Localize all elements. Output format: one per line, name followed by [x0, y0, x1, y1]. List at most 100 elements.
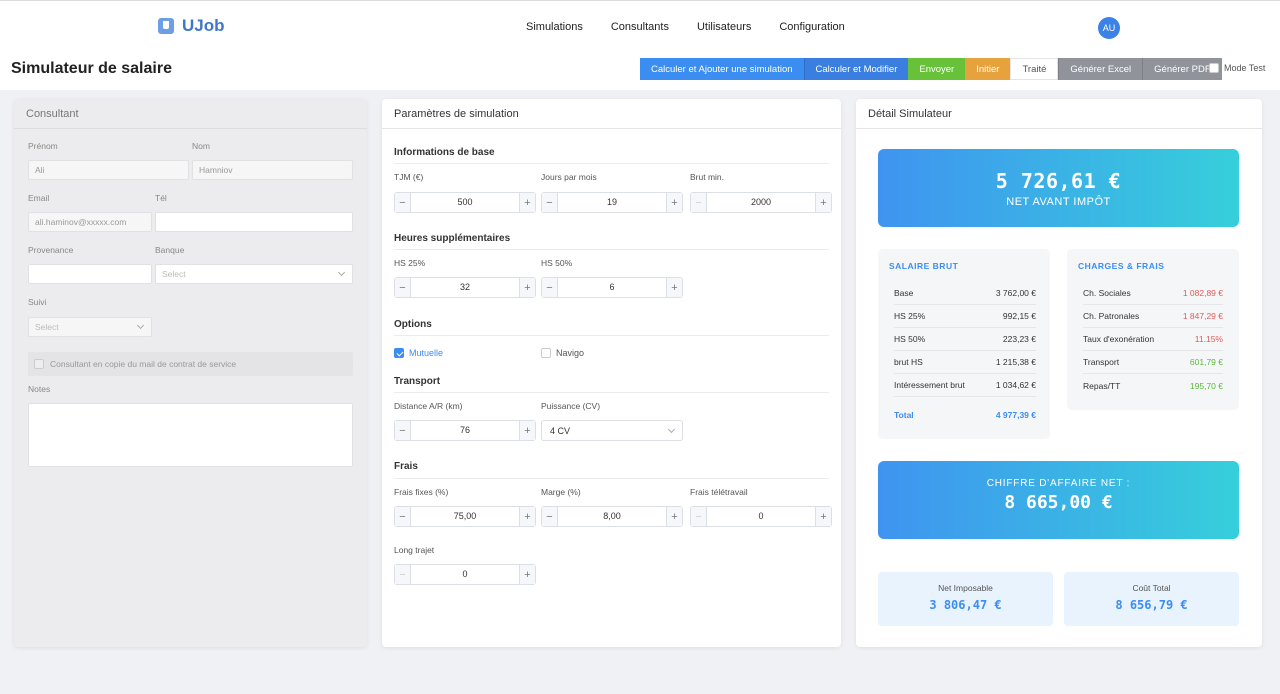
minus-icon[interactable]: −	[395, 421, 411, 440]
init-button[interactable]: Initier	[965, 58, 1011, 80]
notes-textarea[interactable]	[28, 403, 353, 467]
hs25-stepper[interactable]: −32 +	[394, 277, 536, 298]
copy-mail-checkbox[interactable]	[34, 359, 44, 369]
frais-fixes-stepper[interactable]: −75,00 +	[394, 506, 536, 527]
nav-simulations[interactable]: Simulations	[512, 21, 597, 33]
prenom-field[interactable]: Ali	[28, 160, 189, 180]
plus-icon[interactable]: +	[519, 421, 535, 440]
mutuelle-option[interactable]: Mutuelle	[394, 348, 443, 358]
main-nav: Simulations Consultants Utilisateurs Con…	[512, 1, 859, 53]
detail-panel-title: Détail Simulateur	[856, 99, 1262, 129]
long-trajet-stepper[interactable]: −0 +	[394, 564, 536, 585]
minus-icon[interactable]: −	[395, 565, 411, 584]
tjm-stepper[interactable]: −500 +	[394, 192, 536, 213]
teletravail-label: Frais télétravail	[690, 487, 748, 497]
send-button[interactable]: Envoyer	[908, 58, 966, 80]
minus-icon[interactable]: −	[542, 278, 558, 297]
jours-value[interactable]: 19	[558, 193, 666, 212]
plus-icon[interactable]: +	[666, 193, 682, 212]
teletravail-value[interactable]: 0	[707, 507, 815, 526]
calc-modify-button[interactable]: Calculer et Modifier	[803, 58, 909, 80]
distance-stepper[interactable]: −76 +	[394, 420, 536, 441]
minus-icon[interactable]: −	[395, 507, 411, 526]
row-value: 1 215,38 €	[995, 357, 1036, 367]
minus-icon[interactable]: −	[395, 278, 411, 297]
provenance-label: Provenance	[28, 245, 74, 255]
puissance-label: Puissance (CV)	[541, 401, 601, 411]
minus-icon[interactable]: −	[691, 507, 707, 526]
row-value: 601,79 €	[1189, 357, 1223, 367]
hs25-value[interactable]: 32	[411, 278, 519, 297]
done-button[interactable]: Traité	[1010, 58, 1059, 80]
tel-field[interactable]	[155, 212, 353, 232]
plus-icon[interactable]: +	[815, 507, 831, 526]
banque-select[interactable]: Select	[155, 264, 353, 284]
email-field[interactable]: ali.haminov@xxxxx.com	[28, 212, 152, 232]
divider	[394, 478, 829, 479]
consultant-panel: Consultant Prénom Nom Ali Hamniov Email …	[14, 99, 367, 647]
frais-fixes-label: Frais fixes (%)	[394, 487, 449, 497]
net-imposable-label: Net Imposable	[938, 583, 993, 593]
minus-icon[interactable]: −	[395, 193, 411, 212]
user-avatar[interactable]: AU	[1098, 17, 1120, 39]
suivi-label: Suivi	[28, 297, 47, 307]
brut-value[interactable]: 2000	[707, 193, 815, 212]
charges-row: Taux d'exonération 11.15%	[1083, 328, 1223, 351]
row-value: 1 034,62 €	[995, 380, 1036, 390]
row-value: 1 082,89 €	[1182, 288, 1223, 298]
row-value: 3 762,00 €	[995, 288, 1036, 298]
plus-icon[interactable]: +	[815, 193, 831, 212]
jours-label: Jours par mois	[541, 172, 597, 182]
plus-icon[interactable]: +	[666, 507, 682, 526]
mode-test-checkbox[interactable]	[1209, 63, 1219, 73]
copy-mail-option[interactable]: Consultant en copie du mail de contrat d…	[28, 352, 353, 376]
chevron-down-icon	[136, 321, 145, 330]
plus-icon[interactable]: +	[519, 278, 535, 297]
brut-row: HS 25% 992,15 €	[894, 305, 1036, 328]
navigo-checkbox[interactable]	[541, 348, 551, 358]
logo-text: UJob	[182, 16, 225, 35]
net-avant-impot-card: 5 726,61 € NET AVANT IMPÔT	[878, 149, 1239, 227]
row-label: Taux d'exonération	[1083, 334, 1155, 344]
params-panel-title: Paramètres de simulation	[382, 99, 841, 129]
mode-test-toggle[interactable]: Mode Test	[1209, 63, 1265, 73]
plus-icon[interactable]: +	[519, 193, 535, 212]
marge-stepper[interactable]: −8,00 +	[541, 506, 683, 527]
long-trajet-value[interactable]: 0	[411, 565, 519, 584]
cout-total-value: 8 656,79 €	[1115, 598, 1188, 612]
minus-icon[interactable]: −	[542, 193, 558, 212]
plus-icon[interactable]: +	[666, 278, 682, 297]
hs50-value[interactable]: 6	[558, 278, 666, 297]
frais-fixes-value[interactable]: 75,00	[411, 507, 519, 526]
marge-value[interactable]: 8,00	[558, 507, 666, 526]
puissance-select[interactable]: 4 CV	[541, 420, 683, 441]
tjm-value[interactable]: 500	[411, 193, 519, 212]
provenance-field[interactable]	[28, 264, 152, 284]
navigo-option[interactable]: Navigo	[541, 348, 584, 358]
suivi-select[interactable]: Select	[28, 317, 152, 337]
nav-configuration[interactable]: Configuration	[765, 21, 858, 33]
nav-utilisateurs[interactable]: Utilisateurs	[683, 21, 765, 33]
mutuelle-checkbox[interactable]	[394, 348, 404, 358]
row-label: Ch. Patronales	[1083, 311, 1140, 321]
teletravail-stepper[interactable]: −0 +	[690, 506, 832, 527]
long-trajet-label: Long trajet	[394, 545, 435, 555]
app-logo[interactable]: UJob	[158, 16, 225, 36]
calc-add-button[interactable]: Calculer et Ajouter une simulation	[640, 58, 804, 80]
row-label: Repas/TT	[1083, 380, 1121, 391]
detail-panel: Détail Simulateur 5 726,61 € NET AVANT I…	[856, 99, 1262, 647]
suivi-placeholder: Select	[35, 322, 59, 332]
minus-icon[interactable]: −	[542, 507, 558, 526]
nom-field[interactable]: Hamniov	[192, 160, 353, 180]
plus-icon[interactable]: +	[519, 507, 535, 526]
minus-icon[interactable]: −	[691, 193, 707, 212]
jours-stepper[interactable]: −19 +	[541, 192, 683, 213]
nav-consultants[interactable]: Consultants	[597, 21, 683, 33]
brut-stepper[interactable]: −2000 +	[690, 192, 832, 213]
distance-value[interactable]: 76	[411, 421, 519, 440]
options-section-title: Options	[394, 319, 432, 330]
chiffre-affaire-card: CHIFFRE D'AFFAIRE NET : 8 665,00 €	[878, 461, 1239, 539]
hs50-stepper[interactable]: −6 +	[541, 277, 683, 298]
plus-icon[interactable]: +	[519, 565, 535, 584]
excel-button[interactable]: Générer Excel	[1058, 58, 1143, 80]
